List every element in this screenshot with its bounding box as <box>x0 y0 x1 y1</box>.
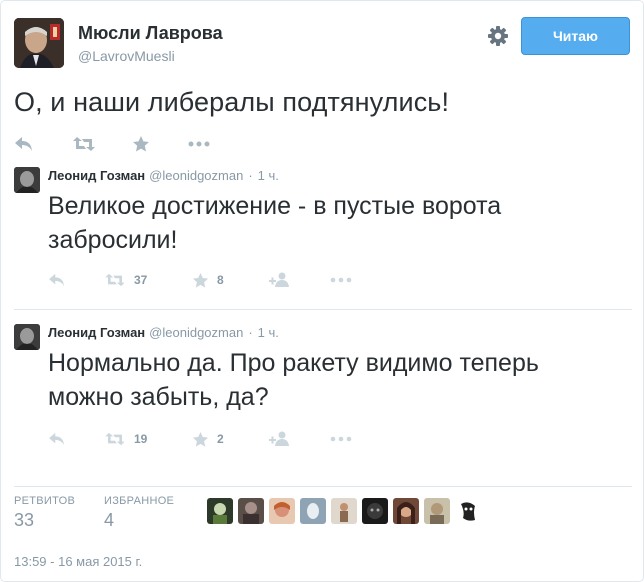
favorite-count: 2 <box>217 432 224 446</box>
tweet-timestamp[interactable]: 13:59 - 16 мая 2015 г. <box>14 554 142 569</box>
retweets-count[interactable]: 33 <box>14 510 34 531</box>
favoriter-avatar[interactable] <box>238 498 264 524</box>
quote-author-handle[interactable]: @leonidgozman <box>149 168 243 183</box>
favorite-icon[interactable]: 2 <box>192 428 224 450</box>
favoriter-avatar[interactable] <box>207 498 233 524</box>
follow-icon[interactable] <box>268 269 290 291</box>
tweet-card: Мюсли Лаврова @LavrovMuesli Читаю О, и н… <box>0 0 644 582</box>
quote-text-line: Нормально да. Про ракету видимо теперь <box>48 349 539 377</box>
more-icon[interactable] <box>330 269 352 291</box>
quote-avatar[interactable] <box>14 324 40 350</box>
separator-dot: · <box>248 168 253 183</box>
favorite-icon[interactable] <box>132 133 150 155</box>
favoriter-avatar[interactable] <box>424 498 450 524</box>
more-icon[interactable] <box>188 133 210 155</box>
retweets-label[interactable]: РЕТВИТОВ <box>14 495 75 507</box>
author-name[interactable]: Мюсли Лаврова <box>78 23 223 44</box>
divider <box>14 309 632 310</box>
quote-text-line: забросили! <box>48 226 178 254</box>
favoriter-avatar[interactable] <box>362 498 388 524</box>
reply-icon[interactable] <box>48 428 66 450</box>
retweet-icon[interactable]: 19 <box>104 428 147 450</box>
favoriter-avatar[interactable] <box>455 498 481 524</box>
quote-author-name[interactable]: Леонид Гозман <box>48 325 145 340</box>
retweet-count: 19 <box>134 432 148 446</box>
favoriter-avatar[interactable] <box>269 498 295 524</box>
quote-author-handle[interactable]: @leonidgozman <box>149 325 243 340</box>
quote-author-name[interactable]: Леонид Гозман <box>48 168 145 183</box>
divider <box>14 486 632 487</box>
reply-icon[interactable] <box>48 269 66 291</box>
quote-actions: 19 2 <box>48 428 378 448</box>
favoriter-avatar[interactable] <box>331 498 357 524</box>
favorites-count[interactable]: 4 <box>104 510 114 531</box>
favorite-count: 8 <box>217 273 224 287</box>
author-avatar[interactable] <box>14 18 64 68</box>
quote-header: Леонид Гозман @leonidgozman · 1 ч. <box>48 325 279 340</box>
favorite-icon[interactable]: 8 <box>192 269 224 291</box>
reply-icon[interactable] <box>14 133 34 155</box>
retweet-count: 37 <box>134 273 148 287</box>
quote-header: Леонид Гозман @leonidgozman · 1 ч. <box>48 168 279 183</box>
follow-button[interactable]: Читаю <box>521 17 630 55</box>
tweet-actions <box>14 133 314 155</box>
author-handle[interactable]: @LavrovMuesli <box>78 48 175 64</box>
quote-text: Нормально да. Про ракету видимо теперь м… <box>48 346 628 414</box>
quote-time[interactable]: 1 ч. <box>258 168 279 183</box>
quote-avatar[interactable] <box>14 167 40 193</box>
separator-dot: · <box>248 325 253 340</box>
quote-text: Великое достижение - в пустые ворота заб… <box>48 189 628 257</box>
quote-time[interactable]: 1 ч. <box>258 325 279 340</box>
tweet-text: О, и наши либералы подтянулись! <box>14 87 450 117</box>
favoriter-avatars <box>207 498 481 526</box>
gear-icon[interactable] <box>485 23 511 49</box>
favorites-label[interactable]: ИЗБРАННОЕ <box>104 495 174 507</box>
follow-icon[interactable] <box>268 428 290 450</box>
favoriter-avatar[interactable] <box>300 498 326 524</box>
retweet-icon[interactable]: 37 <box>104 269 147 291</box>
quote-text-line: можно забыть, да? <box>48 383 269 411</box>
more-icon[interactable] <box>330 428 352 450</box>
quote-text-line: Великое достижение - в пустые ворота <box>48 192 502 220</box>
quote-actions: 37 8 <box>48 269 378 289</box>
favoriter-avatar[interactable] <box>393 498 419 524</box>
retweet-icon[interactable] <box>72 133 96 155</box>
